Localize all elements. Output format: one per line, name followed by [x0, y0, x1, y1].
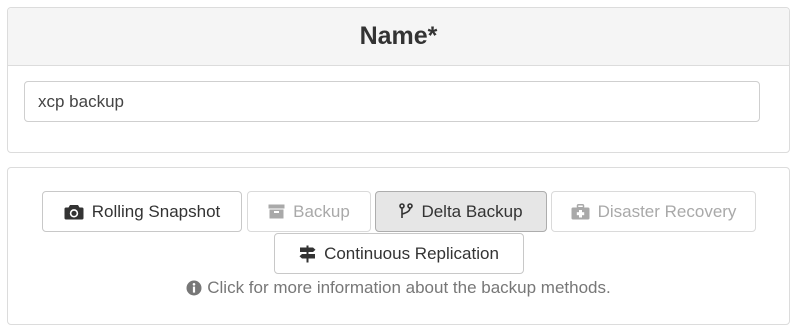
info-text: Click for more information about the bac… [207, 278, 611, 297]
continuous-replication-button[interactable]: Continuous Replication [274, 233, 524, 274]
camera-icon [64, 204, 84, 220]
backup-button[interactable]: Backup [247, 191, 371, 232]
backup-label: Backup [293, 201, 350, 221]
archive-icon [268, 204, 285, 219]
map-signs-icon [299, 245, 316, 263]
code-fork-icon [399, 203, 414, 220]
name-card-header: Name* [8, 8, 789, 66]
backup-name-input[interactable] [24, 81, 760, 122]
delta-backup-button[interactable]: Delta Backup [375, 191, 547, 232]
disaster-recovery-label: Disaster Recovery [597, 201, 737, 221]
backup-methods-info-link[interactable]: Click for more information about the bac… [8, 278, 789, 298]
rolling-snapshot-label: Rolling Snapshot [91, 201, 221, 221]
name-title: Name* [359, 22, 438, 50]
info-circle-icon [186, 280, 202, 296]
disaster-recovery-button[interactable]: Disaster Recovery [551, 191, 756, 232]
delta-backup-label: Delta Backup [421, 201, 523, 221]
continuous-replication-label: Continuous Replication [324, 243, 499, 263]
name-card: Name* [7, 7, 790, 153]
medkit-icon [571, 203, 590, 220]
rolling-snapshot-button[interactable]: Rolling Snapshot [42, 191, 242, 232]
backup-methods-card: Rolling Snapshot Backup Delta Backup Dis… [7, 167, 790, 325]
